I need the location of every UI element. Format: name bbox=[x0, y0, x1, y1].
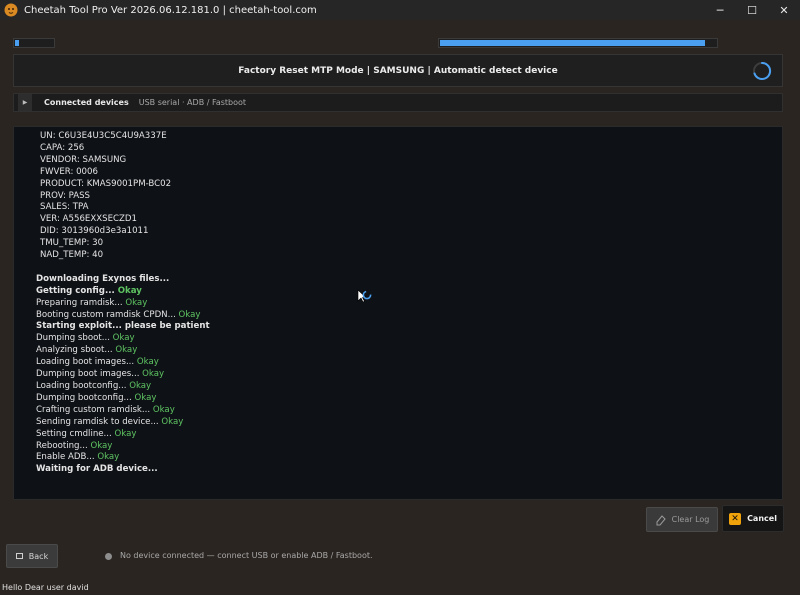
log-step-text: Enable ADB... bbox=[36, 452, 98, 463]
log-info-line: VENDOR: SAMSUNG bbox=[40, 154, 127, 165]
log-step-status: Okay bbox=[129, 381, 152, 392]
cheetah-logo-icon bbox=[4, 3, 18, 17]
maximize-button[interactable]: ☐ bbox=[736, 0, 768, 20]
log-step-line: Waiting for ADB device... bbox=[36, 464, 210, 476]
progress-fill-right bbox=[440, 40, 705, 46]
back-icon bbox=[15, 553, 23, 559]
greeting-text: Hello Dear user david bbox=[2, 583, 89, 592]
log-info-line: PRODUCT: KMAS9001PM-BC02 bbox=[40, 178, 172, 189]
log-step-status: Okay bbox=[134, 392, 157, 403]
log-step-status: Okay bbox=[125, 297, 148, 308]
progress-bar-right bbox=[438, 38, 718, 48]
log-step-line: Preparing ramdisk... Okay bbox=[36, 298, 210, 310]
log-step-text: Setting cmdline... bbox=[36, 428, 115, 439]
log-info-line: DID: 3013960d3e3a1011 bbox=[40, 226, 149, 237]
log-step-status: Okay bbox=[115, 345, 138, 356]
log-gap bbox=[36, 262, 210, 274]
log-info-line: PROV: PASS bbox=[40, 190, 90, 201]
status-indicator-icon bbox=[105, 553, 112, 560]
cancel-x-icon: ✕ bbox=[729, 512, 742, 525]
log-info-line: NAD_TEMP: 40 bbox=[40, 250, 104, 261]
back-label: Back bbox=[28, 551, 49, 561]
title-bar: Cheetah Tool Pro Ver 2026.06.12.181.0 | … bbox=[0, 0, 800, 20]
log-step-status: Okay bbox=[112, 333, 135, 344]
log-step-line: Analyzing sboot... Okay bbox=[36, 345, 210, 357]
log-step-text: Rebooting... bbox=[36, 440, 91, 451]
log-step-line: Booting custom ramdisk CPDN... Okay bbox=[36, 310, 210, 322]
progress-bar-left bbox=[13, 38, 55, 48]
log-step-status: Okay bbox=[90, 440, 113, 451]
log-step-text: Sending ramdisk to device... bbox=[36, 416, 162, 427]
log-step-text: Loading bootconfig... bbox=[36, 381, 130, 392]
progress-fill-left bbox=[15, 40, 19, 46]
log-step-line: Loading boot images... Okay bbox=[36, 357, 210, 369]
log-step-line: Downloading Exynos files... bbox=[36, 274, 210, 286]
log-step-line: Dumping bootconfig... Okay bbox=[36, 393, 210, 405]
log-step-text: Loading boot images... bbox=[36, 357, 137, 368]
log-step-line: Starting exploit... please be patient bbox=[36, 321, 210, 333]
log-step-status: Okay bbox=[178, 309, 201, 320]
clear-log-label: Clear Log bbox=[671, 515, 710, 524]
log-step-status: Okay bbox=[114, 428, 137, 439]
loading-spinner-icon bbox=[753, 61, 772, 80]
log-step-text: Getting config... bbox=[36, 285, 118, 296]
log-info-line: FWVER: 0006 bbox=[40, 166, 98, 177]
log-step-status: Okay bbox=[97, 452, 120, 463]
cancel-label: Cancel bbox=[747, 514, 777, 523]
log-step-line: Loading bootconfig... Okay bbox=[36, 381, 210, 393]
minimize-button[interactable]: ─ bbox=[704, 0, 736, 20]
window-title: Cheetah Tool Pro Ver 2026.06.12.181.0 | … bbox=[24, 4, 317, 16]
log-step-text: Dumping sboot... bbox=[36, 333, 113, 344]
connected-devices-subtitle: USB serial · ADB / Fastboot bbox=[138, 98, 247, 107]
busy-cursor-icon bbox=[357, 289, 372, 303]
log-info-line: CAPA: 256 bbox=[40, 142, 85, 153]
clear-log-button[interactable]: Clear Log bbox=[646, 507, 718, 532]
log-step-text: Analyzing sboot... bbox=[36, 345, 116, 356]
log-panel[interactable]: UN: C6U3E4U3C5C4U9A337E CAPA: 256 VENDOR: … bbox=[13, 126, 783, 500]
cancel-button[interactable]: ✕ Cancel bbox=[722, 505, 784, 532]
log-step-line: Dumping sboot... Okay bbox=[36, 333, 210, 345]
mode-text: Factory Reset MTP Mode | SAMSUNG | Autom… bbox=[238, 66, 558, 76]
log-step-line: Dumping boot images... Okay bbox=[36, 369, 210, 381]
eraser-icon bbox=[656, 514, 666, 525]
log-step-text: Dumping bootconfig... bbox=[36, 392, 135, 403]
log-step-text: Crafting custom ramdisk... bbox=[36, 404, 153, 415]
log-info-line: TMU_TEMP: 30 bbox=[40, 238, 104, 249]
log-info-line: SALES: TPA bbox=[40, 202, 89, 213]
log-step-line: Setting cmdline... Okay bbox=[36, 429, 210, 441]
log-step-status: Okay bbox=[142, 369, 165, 380]
connected-devices-title: Connected devices bbox=[44, 98, 129, 107]
log-step-status: Okay bbox=[152, 404, 175, 415]
log-info-line: VER: A556EXXSECZD1 bbox=[40, 214, 137, 225]
log-step-text: Preparing ramdisk... bbox=[36, 297, 126, 308]
log-content: UN: C6U3E4U3C5C4U9A337E CAPA: 256 VENDOR: … bbox=[36, 131, 210, 476]
log-step-text: Starting exploit... please be patient bbox=[36, 321, 210, 332]
log-step-text: Downloading Exynos files... bbox=[36, 273, 170, 284]
connected-devices-bar[interactable]: ▶ Connected devices USB serial · ADB / F… bbox=[13, 93, 783, 112]
log-step-line: Getting config... Okay bbox=[36, 286, 210, 298]
expand-arrow-icon[interactable]: ▶ bbox=[18, 94, 32, 111]
back-button[interactable]: Back bbox=[6, 544, 58, 568]
close-button[interactable]: ✕ bbox=[768, 0, 800, 20]
mode-bar: Factory Reset MTP Mode | SAMSUNG | Autom… bbox=[13, 54, 783, 87]
log-step-status: Okay bbox=[136, 357, 159, 368]
log-step-text: Waiting for ADB device... bbox=[36, 464, 158, 475]
status-text: No device connected — connect USB or ena… bbox=[120, 551, 373, 560]
log-step-text: Booting custom ramdisk CPDN... bbox=[36, 309, 179, 320]
log-step-status: Okay bbox=[117, 285, 142, 296]
progress-row bbox=[13, 38, 783, 48]
log-step-line: Enable ADB... Okay bbox=[36, 452, 210, 464]
log-step-status: Okay bbox=[161, 416, 184, 427]
log-step-line: Rebooting... Okay bbox=[36, 441, 210, 453]
log-step-text: Dumping boot images... bbox=[36, 369, 143, 380]
log-step-line: Crafting custom ramdisk... Okay bbox=[36, 405, 210, 417]
log-info-line: UN: C6U3E4U3C5C4U9A337E bbox=[40, 131, 167, 141]
log-step-line: Sending ramdisk to device... Okay bbox=[36, 417, 210, 429]
